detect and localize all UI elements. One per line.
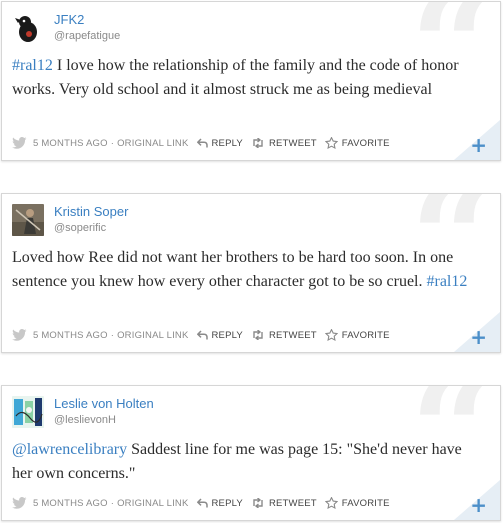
reply-button[interactable]: REPLY: [196, 497, 243, 509]
star-icon: [324, 497, 338, 509]
favorite-label: FAVORITE: [341, 329, 390, 341]
author-handle[interactable]: @leslievonH: [54, 414, 116, 426]
retweet-button[interactable]: RETWEET: [251, 330, 317, 341]
retweet-label: RETWEET: [268, 137, 317, 149]
original-link[interactable]: ORIGINAL LINK: [117, 330, 188, 341]
hashtag-link[interactable]: #ral12: [12, 57, 53, 74]
reply-icon: [196, 498, 208, 508]
retweet-label: RETWEET: [268, 497, 317, 509]
tweet-card: “ Leslie von Holten @leslievonH @lawrenc…: [1, 385, 501, 521]
author-name[interactable]: JFK2: [54, 12, 84, 27]
retweet-button[interactable]: RETWEET: [251, 138, 317, 149]
original-link[interactable]: ORIGINAL LINK: [117, 138, 188, 149]
tweet-footer: 5 MONTHS AGO · ORIGINAL LINK REPLY RETWE…: [12, 135, 390, 151]
avatar[interactable]: [12, 12, 44, 44]
favorite-button[interactable]: FAVORITE: [324, 497, 390, 509]
timestamp[interactable]: 5 MONTHS AGO: [33, 330, 108, 341]
retweet-icon: [253, 138, 263, 148]
separator: ·: [110, 137, 115, 149]
plus-icon[interactable]: +: [470, 327, 487, 347]
tweet-text-segment: I love how the relationship of the famil…: [12, 57, 459, 98]
favorite-button[interactable]: FAVORITE: [324, 329, 390, 341]
tweet-card: “ JFK2 @rapefatigue #ral12 I love how th…: [1, 1, 501, 161]
tweet-text: @lawrencelibrary Saddest line for me was…: [12, 438, 482, 486]
avatar[interactable]: [12, 204, 44, 236]
separator: ·: [110, 329, 115, 341]
tweet-text-segment: Loved how Ree did not want her brothers …: [12, 249, 454, 290]
retweet-icon: [253, 498, 263, 508]
reply-button[interactable]: REPLY: [196, 137, 243, 149]
twitter-bird-icon: [12, 137, 27, 149]
author-name[interactable]: Kristin Soper: [54, 204, 128, 219]
tweet-text: Loved how Ree did not want her brothers …: [12, 246, 482, 294]
reply-label: REPLY: [211, 497, 243, 509]
avatar[interactable]: [12, 396, 44, 428]
timestamp[interactable]: 5 MONTHS AGO: [33, 138, 108, 149]
author-handle[interactable]: @soperific: [54, 222, 106, 234]
retweet-button[interactable]: RETWEET: [251, 498, 317, 509]
author-name[interactable]: Leslie von Holten: [54, 396, 154, 411]
favorite-label: FAVORITE: [341, 497, 390, 509]
twitter-bird-icon: [12, 329, 27, 341]
star-icon: [324, 137, 338, 149]
favorite-label: FAVORITE: [341, 137, 390, 149]
tweet-footer: 5 MONTHS AGO · ORIGINAL LINK REPLY RETWE…: [12, 327, 390, 343]
original-link[interactable]: ORIGINAL LINK: [117, 498, 188, 509]
reply-label: REPLY: [211, 329, 243, 341]
tweet-card: “ Kristin Soper @soperific Loved how Ree…: [1, 193, 501, 353]
favorite-button[interactable]: FAVORITE: [324, 137, 390, 149]
tweet-footer: 5 MONTHS AGO · ORIGINAL LINK REPLY RETWE…: [12, 495, 390, 511]
reply-label: REPLY: [211, 137, 243, 149]
plus-icon[interactable]: +: [470, 495, 487, 515]
mention-link[interactable]: @lawrencelibrary: [12, 441, 127, 458]
reply-button[interactable]: REPLY: [196, 329, 243, 341]
author-handle[interactable]: @rapefatigue: [54, 30, 120, 42]
tweet-text: #ral12 I love how the relationship of th…: [12, 54, 482, 102]
twitter-bird-icon: [12, 497, 27, 509]
reply-icon: [196, 330, 208, 340]
hashtag-link[interactable]: #ral12: [427, 273, 468, 290]
star-icon: [324, 329, 338, 341]
reply-icon: [196, 138, 208, 148]
retweet-label: RETWEET: [268, 329, 317, 341]
retweet-icon: [253, 330, 263, 340]
timestamp[interactable]: 5 MONTHS AGO: [33, 498, 108, 509]
separator: ·: [110, 497, 115, 509]
plus-icon[interactable]: +: [470, 135, 487, 155]
